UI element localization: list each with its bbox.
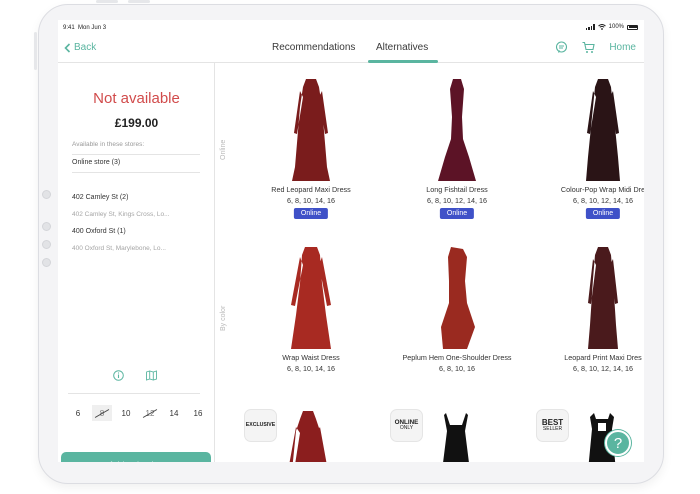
product-sizes: 6, 8, 10, 14, 16 bbox=[287, 364, 335, 373]
availability-status: Not available bbox=[93, 90, 180, 107]
battery-icon bbox=[627, 24, 638, 30]
tab-alternatives[interactable]: Alternatives bbox=[376, 42, 428, 53]
product-price: £199.00 bbox=[114, 116, 159, 130]
dress-shape bbox=[588, 247, 618, 349]
tag-best-seller: BEST SELLER bbox=[536, 409, 569, 442]
online-badge: Online bbox=[293, 208, 329, 219]
dress-shape bbox=[289, 411, 327, 462]
signal-icon bbox=[585, 24, 595, 30]
status-right: 100% bbox=[585, 24, 638, 30]
product-card[interactable]: Wrap Waist Dress 6, 8, 10, 14, 16 bbox=[240, 245, 382, 395]
product-card[interactable]: Red Leopard Maxi Dress 6, 8, 10, 14, 16 … bbox=[240, 77, 382, 227]
online-badge: Online bbox=[439, 208, 475, 219]
dress-image bbox=[586, 79, 620, 181]
nav-bar: Back Recommendations Alternatives Home bbox=[58, 36, 644, 63]
dress-image bbox=[289, 411, 327, 462]
app-screen: 9:41 Mon Jun 3 100% Back Recommendations… bbox=[58, 20, 644, 462]
dress-shape bbox=[441, 247, 475, 349]
divider bbox=[72, 154, 200, 155]
dress-shape bbox=[438, 79, 476, 181]
back-label: Back bbox=[74, 42, 97, 53]
dress-image bbox=[292, 79, 330, 181]
product-sizes: 6, 8, 10, 12, 14, 16 bbox=[573, 364, 633, 373]
store-oxford[interactable]: 400 Oxford St (1) bbox=[72, 228, 126, 235]
hardware-button bbox=[96, 0, 118, 3]
panel-actions bbox=[113, 370, 157, 381]
battery-percent: 100% bbox=[608, 24, 624, 30]
side-button bbox=[42, 258, 51, 267]
store-camley-address: 402 Camley St, Kings Cross, Lo... bbox=[72, 211, 170, 218]
product-name: Colour-Pop Wrap Midi Dre bbox=[560, 185, 644, 194]
section-label-by-color: By color bbox=[220, 305, 227, 331]
dress-shape bbox=[443, 413, 469, 462]
alternatives-grid: Online By color Red Leopard Maxi Dress 6… bbox=[216, 63, 644, 462]
product-name: Red Leopard Maxi Dress bbox=[271, 185, 351, 194]
tag-exclusive: EXCLUSIVE bbox=[244, 409, 277, 442]
product-name: Wrap Waist Dress bbox=[282, 353, 340, 362]
product-name: Peplum Hem One-Shoulder Dress bbox=[402, 353, 512, 362]
section-label-online: Online bbox=[220, 139, 227, 160]
dress-shape bbox=[291, 247, 331, 349]
product-panel: Not available £199.00 Available in these… bbox=[58, 63, 215, 462]
size-option[interactable]: 6 bbox=[68, 405, 88, 421]
product-card[interactable]: Colour-Pop Wrap Midi Dre 6, 8, 10, 12, 1… bbox=[532, 77, 644, 227]
dress-image bbox=[441, 247, 475, 349]
size-option[interactable]: 14 bbox=[164, 405, 184, 421]
size-option[interactable]: 10 bbox=[116, 405, 136, 421]
hardware-button bbox=[34, 32, 37, 70]
dress-shape bbox=[586, 79, 620, 181]
product-sizes: 6, 8, 10, 12, 14, 16 bbox=[427, 196, 487, 205]
dress-image bbox=[443, 413, 469, 462]
map-icon[interactable] bbox=[146, 370, 157, 381]
chevron-left-icon bbox=[64, 42, 71, 53]
side-button bbox=[42, 222, 51, 231]
divider bbox=[72, 172, 200, 173]
product-name: Leopard Print Maxi Dres bbox=[564, 353, 642, 362]
tab-recommendations[interactable]: Recommendations bbox=[272, 42, 355, 53]
online-badge: Online bbox=[585, 208, 621, 219]
wifi-icon bbox=[597, 24, 606, 30]
info-icon[interactable] bbox=[113, 370, 124, 381]
size-selector: 6 8 10 12 14 16 bbox=[68, 405, 208, 421]
store-camley[interactable]: 402 Camley St (2) bbox=[72, 194, 128, 201]
size-option[interactable]: 8 bbox=[92, 405, 112, 421]
product-card[interactable]: Leopard Print Maxi Dres 6, 8, 10, 12, 14… bbox=[532, 245, 644, 395]
product-sizes: 6, 8, 10, 12, 14, 16 bbox=[573, 196, 633, 205]
help-button[interactable]: ? bbox=[605, 430, 631, 456]
size-option[interactable]: 16 bbox=[188, 405, 208, 421]
dress-image bbox=[588, 247, 618, 349]
stores-label: Available in these stores: bbox=[72, 141, 145, 148]
store-oxford-address: 400 Oxford St, Marylebone, Lo... bbox=[72, 245, 166, 252]
product-sizes: 6, 8, 10, 16 bbox=[439, 364, 475, 373]
size-option[interactable]: 12 bbox=[140, 405, 160, 421]
product-sizes: 6, 8, 10, 14, 16 bbox=[287, 196, 335, 205]
back-button[interactable]: Back bbox=[64, 42, 96, 53]
hardware-button bbox=[128, 0, 150, 3]
dress-image bbox=[291, 247, 331, 349]
side-button bbox=[42, 190, 51, 199]
home-link[interactable]: Home bbox=[609, 42, 636, 53]
store-online[interactable]: Online store (3) bbox=[72, 159, 120, 166]
product-name: Long Fishtail Dress bbox=[426, 185, 488, 194]
status-bar: 9:41 Mon Jun 3 100% bbox=[58, 20, 644, 36]
dress-image bbox=[438, 79, 476, 181]
status-time: 9:41 Mon Jun 3 bbox=[63, 25, 107, 31]
product-card[interactable]: Peplum Hem One-Shoulder Dress 6, 8, 10, … bbox=[386, 245, 528, 395]
cart-icon[interactable] bbox=[582, 41, 595, 54]
divider bbox=[68, 393, 200, 394]
nav-actions: Home bbox=[555, 41, 636, 54]
side-button bbox=[42, 240, 51, 249]
add-to-basket-button[interactable]: Add to basket bbox=[61, 452, 211, 462]
tag-online-only: ONLINE ONLY bbox=[390, 409, 423, 442]
chat-icon[interactable] bbox=[555, 41, 568, 54]
dress-shape bbox=[292, 79, 330, 181]
product-card[interactable]: Long Fishtail Dress 6, 8, 10, 12, 14, 16… bbox=[386, 77, 528, 227]
